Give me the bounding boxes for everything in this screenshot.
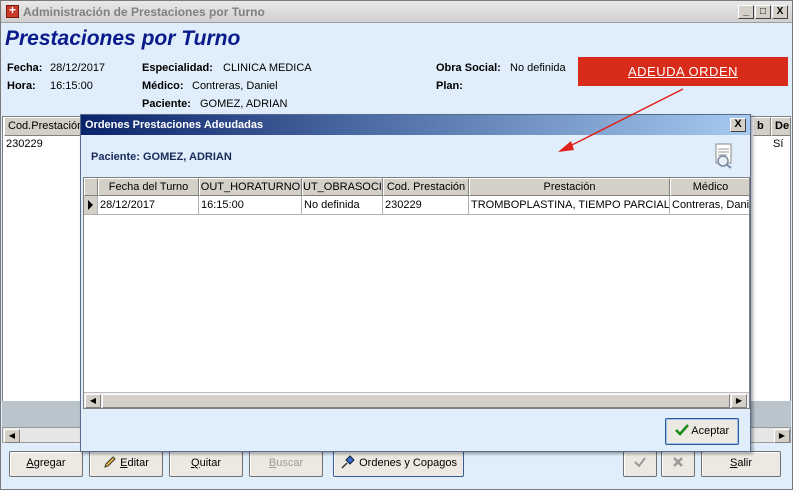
cell-prestacion[interactable]: TROMBOPLASTINA, TIEMPO PARCIAL <box>469 196 670 215</box>
cross-icon <box>673 457 683 467</box>
cell-si[interactable]: Sí <box>773 138 783 150</box>
grid-horizontal-scrollbar[interactable]: ◀ ▶ <box>84 392 749 408</box>
row-pointer-icon[interactable] <box>84 196 98 215</box>
column-header-de[interactable]: De <box>771 117 791 136</box>
editar-label: Editar <box>120 457 149 469</box>
dialog-close-button[interactable]: X <box>730 118 746 132</box>
column-header-fecha-turno[interactable]: Fecha del Turno <box>98 178 199 196</box>
pushpin-icon <box>341 455 355 469</box>
cell-obrasocial[interactable]: No definida <box>302 196 383 215</box>
agregar-button[interactable]: Agregar <box>9 451 83 477</box>
column-header-medico[interactable]: Médico <box>670 178 749 196</box>
especialidad-value: CLINICA MEDICA <box>223 62 312 74</box>
arrow-left-icon[interactable]: ◀ <box>4 429 20 443</box>
buscar-button[interactable]: Buscar <box>249 451 323 477</box>
quitar-label: Quitar <box>191 457 221 469</box>
cell-horaturno[interactable]: 16:15:00 <box>199 196 302 215</box>
checkmark-icon <box>674 424 689 436</box>
checkmark-icon <box>634 457 646 468</box>
cell-cod-prestacion[interactable]: 230229 <box>6 138 43 150</box>
paciente-value: GOMEZ, ADRIAN <box>200 98 288 110</box>
plan-label: Plan: <box>436 80 463 92</box>
page-title: Prestaciones por Turno <box>5 27 241 50</box>
arrow-right-icon[interactable]: ▶ <box>731 394 747 408</box>
hora-label: Hora: <box>7 80 36 92</box>
ordenes-copagos-button[interactable]: Ordenes y Copagos <box>333 451 464 477</box>
aceptar-button[interactable]: Aceptar <box>665 418 739 445</box>
dialog-patient-label: Paciente: GOMEZ, ADRIAN <box>91 151 232 163</box>
obra-social-value: No definida <box>510 62 566 74</box>
arrow-left-icon[interactable]: ◀ <box>85 394 101 408</box>
cancel-button[interactable] <box>661 451 695 477</box>
quitar-button[interactable]: Quitar <box>169 451 243 477</box>
scrollbar-thumb[interactable] <box>102 394 730 408</box>
salir-label: Salir <box>729 457 752 469</box>
app-icon <box>6 3 19 18</box>
confirm-button[interactable] <box>623 451 657 477</box>
column-header-obrasocial[interactable]: UT_OBRASOCIA <box>302 178 383 196</box>
hora-value: 16:15:00 <box>50 80 93 92</box>
ordenes-label: Ordenes y Copagos <box>359 457 457 469</box>
maximize-button[interactable]: □ <box>755 5 771 19</box>
window-title: Administración de Prestaciones por Turno <box>23 5 265 19</box>
alert-text: ADEUDA ORDEN <box>627 64 739 79</box>
dialog-title: Ordenes Prestaciones Adeudadas <box>85 119 264 131</box>
pencil-icon <box>104 456 116 468</box>
paciente-label: Paciente: <box>142 98 191 110</box>
cell-fecha-turno[interactable]: 28/12/2017 <box>98 196 199 215</box>
buscar-label: Buscar <box>268 457 304 469</box>
column-header-horaturno[interactable]: OUT_HORATURNO <box>199 178 302 196</box>
column-header-prestacion[interactable]: Prestación <box>469 178 670 196</box>
row-indicator-header <box>84 178 98 196</box>
aceptar-label: Aceptar <box>691 425 730 437</box>
cell-medico[interactable]: Contreras, Daniel <box>670 196 749 215</box>
column-header-partial[interactable]: b <box>753 117 771 136</box>
adeuda-orden-alert[interactable]: ADEUDA ORDEN <box>578 57 788 86</box>
medico-value: Contreras, Daniel <box>192 80 278 92</box>
column-header-cod-prestacion[interactable]: Cod.Prestación <box>4 117 84 136</box>
close-button[interactable]: X <box>772 5 788 19</box>
fecha-value: 28/12/2017 <box>50 62 106 74</box>
especialidad-label: Especialidad: <box>142 62 213 74</box>
editar-button[interactable]: Editar <box>89 451 163 477</box>
fecha-label: Fecha: <box>7 62 43 74</box>
obra-social-label: Obra Social: <box>436 62 501 74</box>
ordenes-grid[interactable]: Fecha del Turno OUT_HORATURNO UT_OBRASOC… <box>83 177 750 409</box>
window-titlebar[interactable]: Administración de Prestaciones por Turno… <box>1 1 792 23</box>
minimize-button[interactable]: _ <box>738 5 754 19</box>
dialog-titlebar[interactable]: Ordenes Prestaciones Adeudadas X <box>81 115 750 135</box>
salir-button[interactable]: Salir <box>701 451 781 477</box>
agregar-label: Agregar <box>26 457 66 469</box>
column-header-cod-prestacion[interactable]: Cod. Prestación <box>383 178 469 196</box>
medico-label: Médico: <box>142 80 184 92</box>
ordenes-adeudadas-dialog: Ordenes Prestaciones Adeudadas X Pacient… <box>80 114 751 452</box>
arrow-right-icon[interactable]: ▶ <box>774 429 790 443</box>
cell-cod-prestacion[interactable]: 230229 <box>383 196 469 215</box>
notes-icon[interactable] <box>713 143 735 169</box>
